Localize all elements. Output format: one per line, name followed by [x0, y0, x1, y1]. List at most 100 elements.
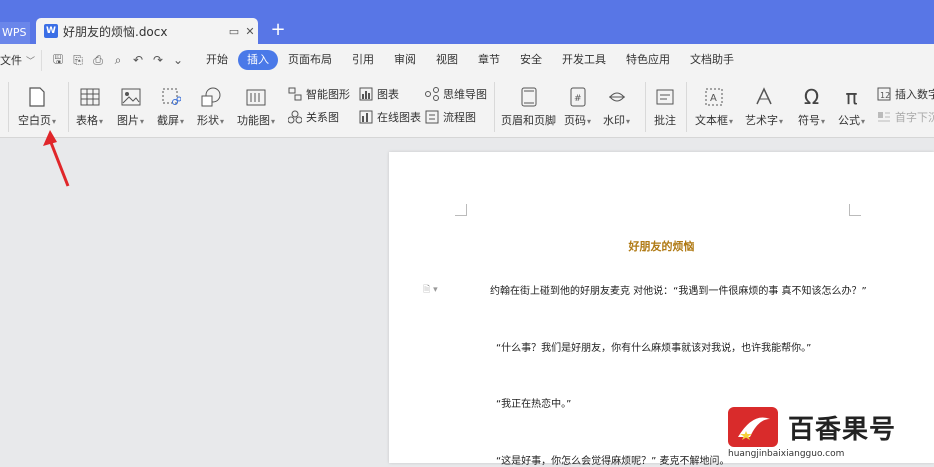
first-char-sink-label: 首字下沉	[895, 111, 934, 124]
scissors-icon	[160, 86, 182, 108]
title-bar: WPS W 好朋友的烦恼.docx ▭ ✕ +	[0, 0, 934, 44]
ribbon-separator	[68, 82, 69, 132]
comment-icon	[654, 86, 676, 108]
comment-label: 批注	[654, 114, 676, 127]
undo-icon[interactable]: ↶	[128, 53, 148, 67]
tab-references[interactable]: 引用	[342, 50, 384, 70]
margin-corner-top-left	[455, 204, 467, 216]
ribbon-separator	[8, 82, 9, 132]
relation-chart-label: 关系图	[306, 111, 339, 124]
art-text-button[interactable]: 艺术字▾	[745, 86, 783, 128]
page-number-button[interactable]: # 页码▾	[564, 86, 591, 128]
chart-button[interactable]: 图表	[358, 86, 399, 102]
export-icon[interactable]: ⎘	[68, 53, 88, 68]
insert-number-button[interactable]: 12 插入数字	[876, 86, 934, 102]
paragraph[interactable]: “这是好事，你怎么会觉得麻烦呢？” 麦克不解地问。	[496, 452, 730, 467]
tab-developer[interactable]: 开发工具	[552, 50, 616, 70]
relation-chart-icon	[287, 109, 303, 125]
svg-text:12: 12	[880, 91, 890, 100]
online-chart-label: 在线图表	[377, 111, 421, 124]
save-icon[interactable]: 🖫	[48, 50, 68, 71]
shape-button[interactable]: 形状▾	[197, 86, 224, 128]
symbol-label: 符号	[798, 114, 820, 127]
file-menu[interactable]: 文件 ﹀	[0, 52, 35, 68]
new-tab-button[interactable]: +	[268, 20, 288, 40]
symbol-button[interactable]: Ω 符号▾	[798, 85, 825, 128]
relation-chart-button[interactable]: 关系图	[287, 109, 339, 125]
screenshot-button[interactable]: 截屏▾	[157, 86, 184, 128]
tab-section[interactable]: 章节	[468, 50, 510, 70]
window-mode-icon[interactable]: ▭	[226, 25, 242, 38]
writer-doc-icon: W	[44, 24, 58, 38]
ribbon-tabs: 开始 插入 页面布局 引用 审阅 视图 章节 安全 开发工具 特色应用 文档助手	[196, 50, 744, 70]
mind-map-label: 思维导图	[443, 88, 487, 101]
table-icon	[79, 86, 101, 108]
print-preview-icon[interactable]: ⌕	[108, 53, 128, 68]
page-number-label: 页码	[564, 114, 586, 127]
tab-view[interactable]: 视图	[426, 50, 468, 70]
tab-security[interactable]: 安全	[510, 50, 552, 70]
document-tab[interactable]: W 好朋友的烦恼.docx ▭ ✕	[36, 18, 258, 44]
print-icon[interactable]: ⎙	[88, 53, 108, 68]
flowchart-button[interactable]: 流程图	[424, 109, 476, 125]
screenshot-label: 截屏	[157, 114, 179, 127]
header-footer-icon	[518, 86, 540, 108]
paragraph[interactable]: “我正在热恋中。”	[496, 395, 571, 410]
page-number-icon: #	[567, 86, 589, 108]
function-chart-button[interactable]: 功能图▾	[237, 86, 275, 128]
brand-url: huangjinbaixiangguo.com	[728, 449, 845, 459]
watermark-icon	[606, 86, 628, 108]
shape-label: 形状	[197, 114, 219, 127]
picture-button[interactable]: 图片▾	[117, 86, 144, 128]
table-button[interactable]: 表格▾	[76, 86, 103, 128]
table-label: 表格	[76, 114, 98, 127]
tab-insert[interactable]: 插入	[238, 50, 279, 70]
insert-ribbon: 空白页▾ 表格▾ 图片▾ 截屏▾ 形状▾ 功能图▾ 智能图形 关系图 图表 在线…	[0, 76, 934, 138]
formula-button[interactable]: π 公式▾	[838, 85, 865, 128]
text-box-button[interactable]: A 文本框▾	[695, 86, 733, 128]
site-watermark: 百香果号 huangjinbaixiangguo.com	[728, 405, 934, 463]
blank-page-button[interactable]: 空白页▾	[18, 86, 56, 128]
ribbon-separator	[645, 82, 646, 132]
first-char-sink-button[interactable]: 首字下沉	[876, 109, 934, 125]
close-tab-icon[interactable]: ✕	[242, 25, 258, 38]
watermark-button[interactable]: 水印▾	[603, 86, 630, 128]
header-footer-button[interactable]: 页眉和页脚	[501, 86, 556, 128]
tab-home[interactable]: 开始	[196, 50, 238, 70]
brand-logo	[728, 407, 778, 447]
mind-map-button[interactable]: 思维导图	[424, 86, 487, 102]
tab-doc-assistant[interactable]: 文档助手	[680, 50, 744, 70]
paragraph[interactable]: 约翰在街上碰到他的好朋友麦克 对他说：“我遇到一件很麻烦的事 真不知该怎么办？”	[490, 282, 867, 297]
redo-icon[interactable]: ↷	[148, 53, 168, 67]
customize-toolbar-icon[interactable]: ⌄	[168, 53, 188, 67]
tab-special-features[interactable]: 特色应用	[616, 50, 680, 70]
watermark-label: 水印	[603, 114, 625, 127]
chart-icon	[358, 86, 374, 102]
smart-graphic-label: 智能图形	[306, 88, 350, 101]
online-chart-icon	[358, 109, 374, 125]
online-chart-button[interactable]: 在线图表	[358, 109, 421, 125]
document-title[interactable]: 好朋友的烦恼	[389, 238, 934, 254]
text-box-icon: A	[703, 86, 725, 108]
flowchart-label: 流程图	[443, 111, 476, 124]
paragraph[interactable]: “什么事？我们是好朋友，你有什么麻烦事就该对我说，也许我能帮你。”	[496, 339, 811, 354]
text-box-label: 文本框	[695, 114, 728, 127]
margin-corner-top-right	[849, 204, 861, 216]
chevron-down-icon: ﹀	[26, 56, 36, 67]
comment-button[interactable]: 批注	[654, 86, 676, 128]
paragraph-handle-icon[interactable]: 🗎 ▾	[423, 282, 438, 298]
insert-number-label: 插入数字	[895, 88, 934, 101]
svg-text:A: A	[710, 93, 717, 104]
file-menu-label: 文件	[0, 54, 22, 67]
ribbon-separator	[686, 82, 687, 132]
flowchart-icon	[424, 109, 440, 125]
chart-label: 图表	[377, 88, 399, 101]
tab-review[interactable]: 审阅	[384, 50, 426, 70]
blank-page-icon	[26, 86, 48, 108]
menu-bar: 文件 ﹀ 🖫 ⎘ ⎙ ⌕ ↶ ↷ ⌄ 开始 插入 页面布局 引用 审阅 视图 章…	[0, 44, 934, 76]
tab-page-layout[interactable]: 页面布局	[278, 50, 342, 70]
smart-graphic-button[interactable]: 智能图形	[287, 86, 350, 102]
pi-icon: π	[845, 85, 858, 109]
document-tab-label: 好朋友的烦恼.docx	[63, 24, 168, 39]
wps-home-tab[interactable]: WPS	[0, 22, 30, 44]
